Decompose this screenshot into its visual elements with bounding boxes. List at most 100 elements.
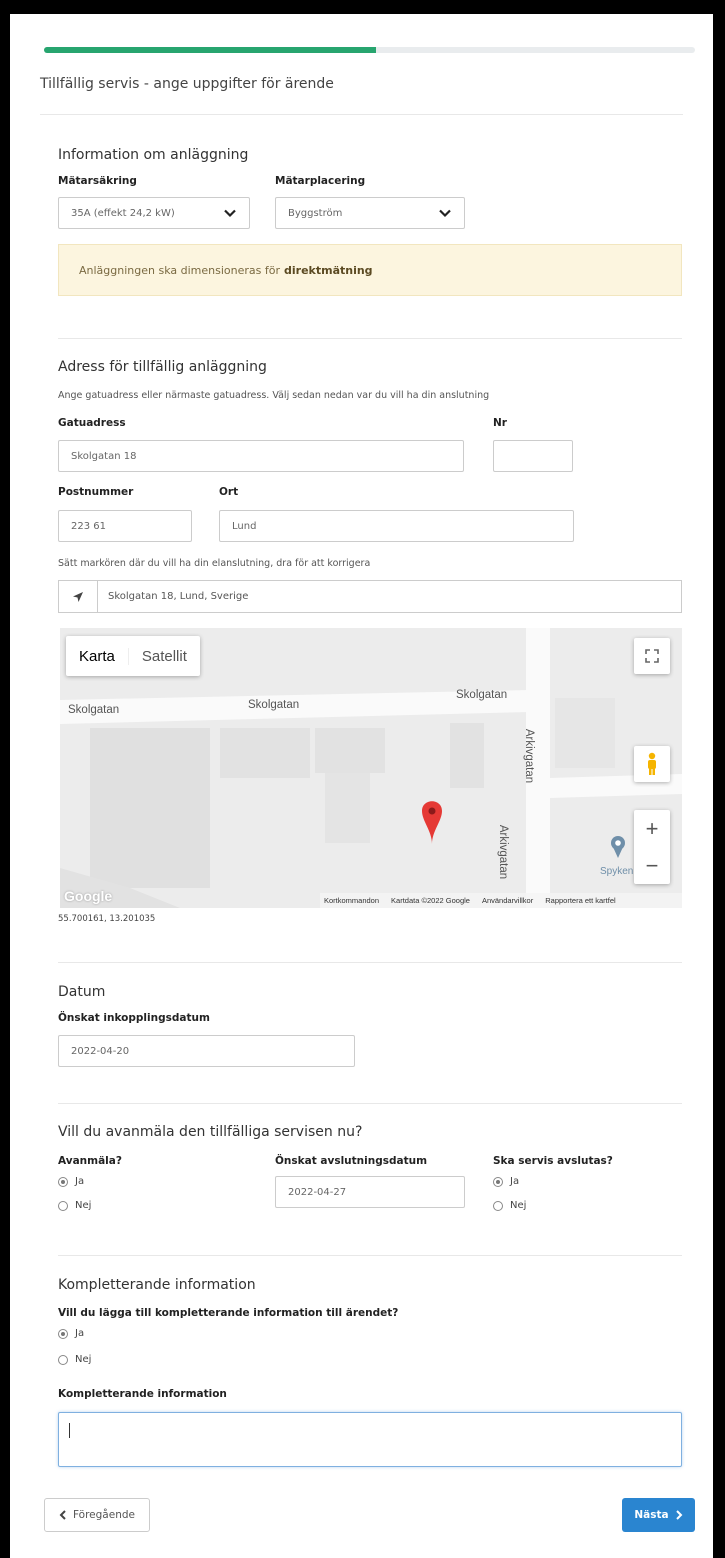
terminate-service-label: Ska servis avslutas? xyxy=(493,1155,613,1167)
section-title-address: Adress för tillfällig anläggning xyxy=(58,359,267,375)
deregister-yes-radio[interactable] xyxy=(58,1176,68,1187)
chevron-left-icon xyxy=(59,1510,66,1520)
next-button[interactable]: Nästa xyxy=(622,1498,695,1532)
alert-bold: direktmätning xyxy=(284,263,373,277)
text-caret xyxy=(69,1423,70,1438)
city-input-value: Lund xyxy=(232,520,257,532)
map-poi-label: Spyken xyxy=(600,866,634,877)
terminate-yes-option[interactable]: Ja xyxy=(493,1176,519,1187)
zoom-control: + − xyxy=(634,810,670,884)
map-type-control[interactable]: Karta Satellit xyxy=(66,636,200,676)
divider xyxy=(58,1255,682,1256)
fuse-label: Mätarsäkring xyxy=(58,175,137,187)
map-street-label: Skolgatan xyxy=(248,699,300,711)
pegman-icon xyxy=(648,752,656,775)
previous-button[interactable]: Föregående xyxy=(44,1498,150,1532)
placement-select[interactable]: Byggström xyxy=(275,197,465,229)
divider xyxy=(58,1103,682,1104)
deregister-yes-option[interactable]: Ja xyxy=(58,1176,84,1187)
connect-date-value: 2022-04-20 xyxy=(71,1045,130,1057)
locate-button[interactable] xyxy=(59,581,98,612)
connect-date-input[interactable]: 2022-04-20 xyxy=(58,1035,355,1067)
extra-yes-radio[interactable] xyxy=(58,1328,68,1339)
fuse-select[interactable]: 35A (effekt 24,2 kW) xyxy=(58,197,250,229)
fuse-select-value: 35A (effekt 24,2 kW) xyxy=(71,207,175,219)
terminate-yes-label: Ja xyxy=(510,1176,520,1187)
extra-yes-option[interactable]: Ja xyxy=(58,1328,84,1339)
progress-bar-fill xyxy=(44,47,376,53)
street-input[interactable]: Skolgatan 18 xyxy=(58,440,464,472)
map-coordinates: 55.700161, 13.201035 xyxy=(58,914,156,924)
street-view-pegman[interactable] xyxy=(634,746,670,782)
divider xyxy=(58,962,682,963)
map-footer-shortcuts[interactable]: Kortkommandon xyxy=(324,896,379,905)
map-footer-terms[interactable]: Användarvillkor xyxy=(482,896,533,905)
fullscreen-button[interactable] xyxy=(634,638,670,674)
deregister-no-radio[interactable] xyxy=(58,1200,68,1211)
chevron-down-icon xyxy=(224,209,236,218)
map-type-karta[interactable]: Karta xyxy=(66,648,128,665)
deregister-no-option[interactable]: Nej xyxy=(58,1200,91,1211)
placement-select-value: Byggström xyxy=(288,207,343,219)
zoom-in-button[interactable]: + xyxy=(634,810,670,847)
extra-info-textarea[interactable] xyxy=(58,1412,682,1467)
section-title-date: Datum xyxy=(58,984,106,1000)
divider xyxy=(58,338,682,339)
nr-input[interactable] xyxy=(493,440,573,472)
extra-field-label: Kompletterande information xyxy=(58,1388,227,1400)
google-logo: Google xyxy=(64,888,113,904)
end-date-label: Önskat avslutningsdatum xyxy=(275,1155,428,1167)
alert-text: Anläggningen ska dimensioneras för xyxy=(79,263,280,277)
zoom-out-button[interactable]: − xyxy=(634,847,670,884)
nr-label: Nr xyxy=(493,417,507,429)
progress-bar xyxy=(44,47,695,53)
placement-label: Mätarplacering xyxy=(275,175,366,187)
geolocation-search[interactable]: Skolgatan 18, Lund, Sverige xyxy=(58,580,682,613)
map-street-label: Skolgatan xyxy=(456,689,508,701)
terminate-yes-radio[interactable] xyxy=(493,1176,503,1187)
fullscreen-icon xyxy=(645,649,659,663)
map-street-label: Arkivgatan xyxy=(523,728,536,784)
city-label: Ort xyxy=(219,486,239,498)
terminate-no-radio[interactable] xyxy=(493,1200,503,1211)
section-title-extra: Kompletterande information xyxy=(58,1277,256,1293)
extra-question-label: Vill du lägga till kompletterande inform… xyxy=(58,1307,399,1319)
map-street-label: Skolgatan xyxy=(68,704,120,716)
postcode-label: Postnummer xyxy=(58,486,134,498)
extra-no-radio[interactable] xyxy=(58,1354,68,1365)
connect-date-label: Önskat inkopplingsdatum xyxy=(58,1012,210,1024)
terminate-no-option[interactable]: Nej xyxy=(493,1200,526,1211)
end-date-value: 2022-04-27 xyxy=(288,1186,347,1198)
section-title-facility: Information om anläggning xyxy=(58,147,249,163)
form-page: Tillfällig servis - ange uppgifter för ä… xyxy=(10,14,713,1558)
map[interactable]: Skolgatan Skolgatan Skolgatan Arkivgatan… xyxy=(60,628,682,908)
marker-hint: Sätt markören där du vill ha din elanslu… xyxy=(58,558,371,569)
section-title-deregister: Vill du avanmäla den tillfälliga servise… xyxy=(58,1124,363,1140)
extra-no-option[interactable]: Nej xyxy=(58,1354,91,1365)
deregister-no-label: Nej xyxy=(75,1200,92,1211)
map-footer-report[interactable]: Rapportera ett kartfel xyxy=(545,896,615,905)
chevron-right-icon xyxy=(675,1510,683,1520)
divider xyxy=(40,114,683,115)
street-label: Gatuadress xyxy=(58,417,126,429)
street-input-value: Skolgatan 18 xyxy=(71,450,137,462)
extra-no-label: Nej xyxy=(75,1354,92,1365)
extra-yes-label: Ja xyxy=(75,1328,85,1339)
deregister-yes-label: Ja xyxy=(75,1176,85,1187)
map-street-label: Arkivgatan xyxy=(497,824,510,880)
end-date-input[interactable]: 2022-04-27 xyxy=(275,1176,465,1208)
next-button-label: Nästa xyxy=(634,1509,669,1521)
map-footer: Kortkommandon Kartdata ©2022 Google Anvä… xyxy=(320,893,682,908)
city-input[interactable]: Lund xyxy=(219,510,574,542)
map-type-satellite[interactable]: Satellit xyxy=(127,647,200,665)
page-title: Tillfällig servis - ange uppgifter för ä… xyxy=(40,76,334,92)
map-footer-mapdata: Kartdata ©2022 Google xyxy=(391,896,470,905)
dimension-alert: Anläggningen ska dimensioneras för direk… xyxy=(58,244,682,296)
postcode-input[interactable]: 223 61 xyxy=(58,510,192,542)
location-arrow-icon xyxy=(73,591,83,602)
previous-button-label: Föregående xyxy=(73,1509,135,1521)
deregister-question-label: Avanmäla? xyxy=(58,1155,122,1167)
geolocation-value: Skolgatan 18, Lund, Sverige xyxy=(108,591,249,602)
terminate-no-label: Nej xyxy=(510,1200,527,1211)
postcode-input-value: 223 61 xyxy=(71,520,106,532)
